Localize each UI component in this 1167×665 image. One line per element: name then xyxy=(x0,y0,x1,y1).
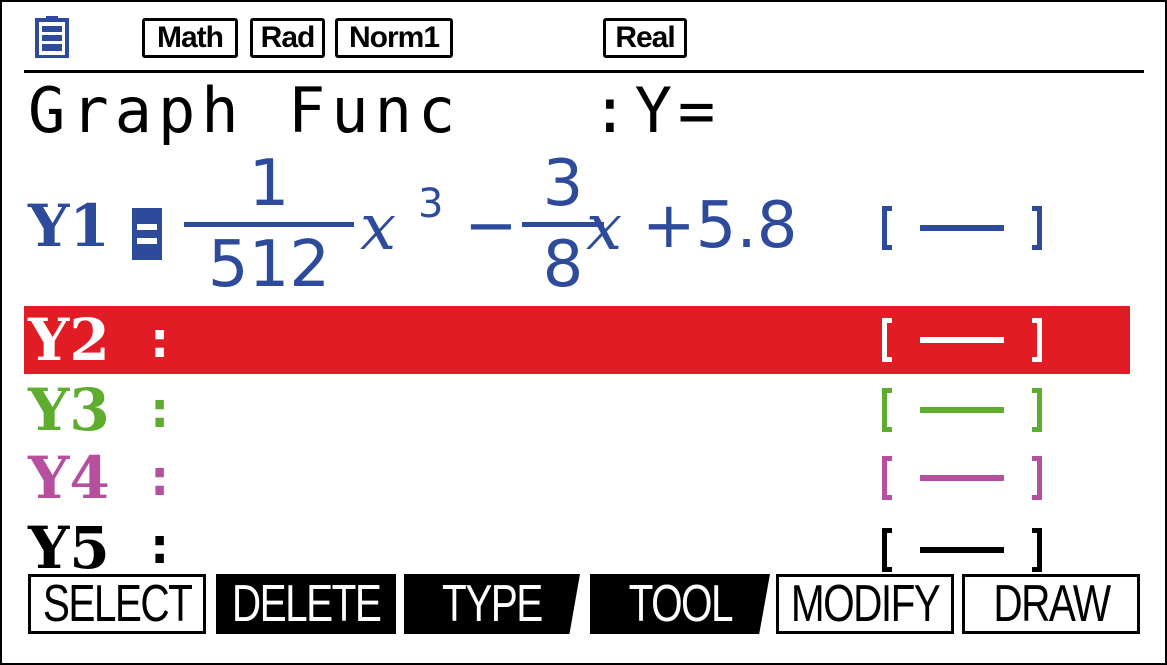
constant-term: +5.8 xyxy=(642,189,798,263)
function-row-y5[interactable]: Y5 : xyxy=(24,512,1130,572)
page-title: Graph Func :Y= xyxy=(28,74,722,147)
function-row-y1[interactable]: Y1 1 512 x 3 − 3 8 x +5.8 xyxy=(24,152,1130,300)
line-style-y3[interactable] xyxy=(882,388,1042,432)
function-label-y5: Y5 xyxy=(28,514,110,572)
function-row-y3[interactable]: Y3 : xyxy=(24,376,1130,444)
f1-select-button[interactable]: SELECT xyxy=(28,574,206,634)
angle-unit-indicator: Rad xyxy=(250,18,325,58)
f5-modify-button[interactable]: MODIFY xyxy=(776,574,954,634)
line-style-y4[interactable] xyxy=(882,456,1042,500)
variable-x: x xyxy=(360,191,397,265)
exponent: 3 xyxy=(418,181,444,227)
line-style-icon xyxy=(920,225,1004,231)
line-style-y1[interactable] xyxy=(882,206,1042,250)
status-divider xyxy=(24,70,1144,73)
line-style-icon xyxy=(920,337,1004,343)
f4-tool-button[interactable]: TOOL xyxy=(590,574,770,634)
fraction-numerator: 1 xyxy=(248,147,290,221)
function-colon: : xyxy=(144,516,176,572)
function-colon: : xyxy=(144,448,176,508)
function-label-y1: Y1 xyxy=(28,192,110,260)
f6-draw-button[interactable]: DRAW xyxy=(962,574,1140,634)
function-row-y4[interactable]: Y4 : xyxy=(24,444,1130,512)
function-label-y4: Y4 xyxy=(28,444,110,512)
display-format-indicator: Norm1 xyxy=(335,18,453,58)
fraction-denominator: 512 xyxy=(207,228,331,302)
fraction-1-512: 1 512 xyxy=(184,152,354,297)
minus-sign: − xyxy=(464,189,518,263)
line-style-icon xyxy=(920,547,1004,553)
function-row-y2[interactable]: Y2 : xyxy=(24,306,1130,374)
variable-x: x xyxy=(586,191,623,265)
function-colon: : xyxy=(144,380,176,440)
function-label-y2: Y2 xyxy=(28,306,110,374)
status-bar: Math Rad Norm1 Real xyxy=(2,2,1165,72)
function-colon: : xyxy=(144,310,176,370)
math-mode-indicator: Math xyxy=(142,18,238,58)
calculator-screen: Math Rad Norm1 Real Graph Func :Y= Y1 1 … xyxy=(0,0,1167,665)
function-key-menu: SELECT DELETE TYPE TOOL MODIFY DRAW xyxy=(28,574,1144,636)
line-style-y2[interactable] xyxy=(882,318,1042,362)
f2-delete-button[interactable]: DELETE xyxy=(216,574,396,634)
f3-type-button[interactable]: TYPE xyxy=(404,574,580,634)
line-style-icon xyxy=(920,475,1004,481)
selected-equals-marker[interactable] xyxy=(132,208,162,260)
function-label-y3: Y3 xyxy=(28,376,110,444)
battery-icon xyxy=(35,16,69,58)
fraction-bar xyxy=(184,222,354,227)
line-style-y5[interactable] xyxy=(882,528,1042,572)
complex-mode-indicator: Real xyxy=(603,18,687,58)
line-style-icon xyxy=(920,407,1004,413)
